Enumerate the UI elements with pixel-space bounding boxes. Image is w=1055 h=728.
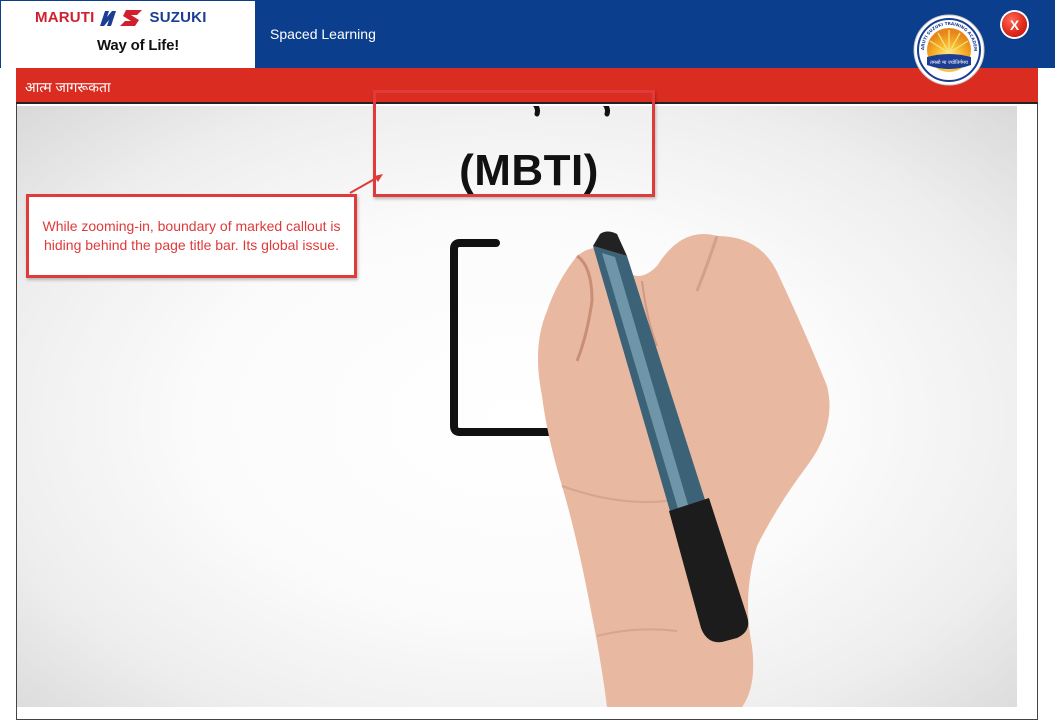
review-callout: While zooming-in, boundary of marked cal… (26, 194, 357, 278)
app-title: Spaced Learning (270, 26, 376, 42)
callout-text: While zooming-in, boundary of marked cal… (42, 218, 341, 253)
brand-logo-row: MARUTI SUZUKI (35, 8, 207, 28)
maruti-suzuki-logo: MARUTI SUZUKI Way of Life! (1, 1, 255, 68)
academy-logo-motto: तमसो मा ज्योतिर्गमय (930, 59, 968, 66)
brand-maruti-text: MARUTI (35, 9, 95, 26)
tagline: Way of Life! (97, 37, 180, 54)
close-button[interactable]: X (1002, 12, 1027, 37)
review-highlight-box (373, 90, 655, 197)
brand-emblem-icon (99, 10, 142, 26)
brand-suzuki-text: SUZUKI (149, 9, 207, 26)
training-academy-logo-icon: तमसो मा ज्योतिर्गमय MARUTI SUZUKI TRAINI… (912, 13, 985, 86)
topic-title: आत्म जागरूकता (25, 79, 111, 95)
app-header: MARUTI SUZUKI Way of Life! Spaced Learni… (0, 0, 1055, 68)
